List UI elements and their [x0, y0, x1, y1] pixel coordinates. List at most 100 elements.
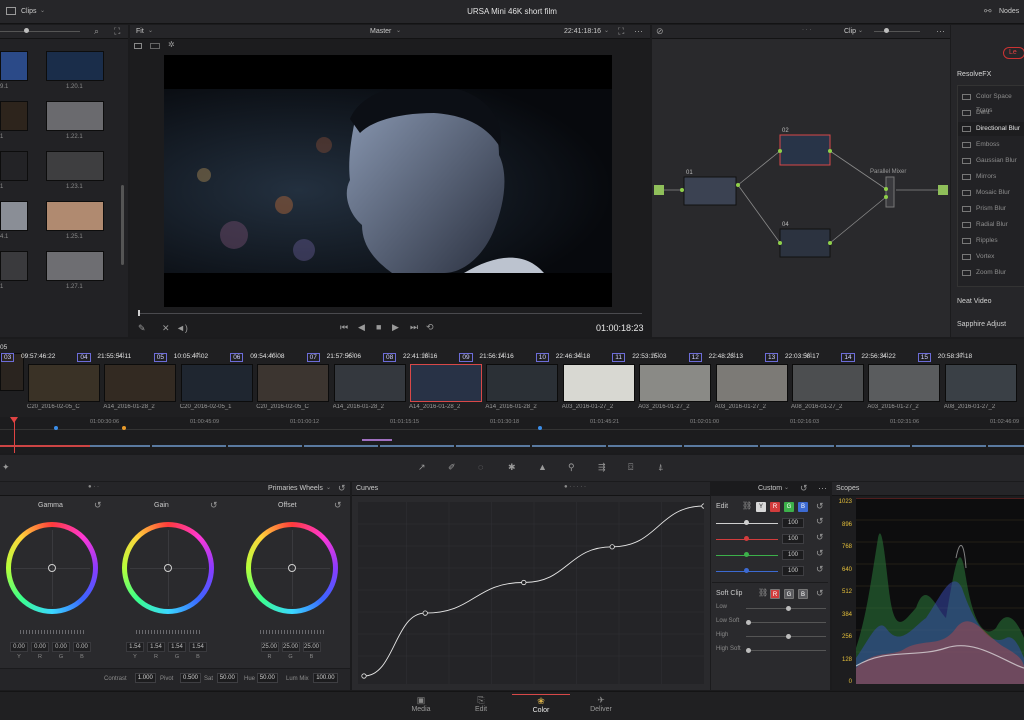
reset-icon[interactable]: ↺	[816, 516, 824, 527]
curves-mode-dropdown[interactable]: Custom	[758, 485, 782, 492]
viewer-frame[interactable]	[164, 55, 612, 307]
clip-thumbnail[interactable]	[410, 364, 482, 402]
footer-value[interactable]: 1.000	[134, 673, 156, 683]
nodes-icon[interactable]: ⚯	[984, 6, 992, 17]
clip-thumbnail[interactable]	[257, 364, 330, 402]
bypass-icon[interactable]: ✕	[162, 323, 170, 334]
fx-item[interactable]: Directional Blur	[958, 122, 1024, 136]
fx-item[interactable]: Mosaic Blur	[958, 186, 1024, 200]
reset-icon[interactable]: ↺	[816, 548, 824, 559]
chevron-down-icon[interactable]: ⌄	[148, 27, 153, 34]
wheel-value[interactable]: 25.00	[302, 642, 321, 652]
reset-icon[interactable]: ↺	[816, 564, 824, 575]
eyedropper-icon[interactable]: ✎	[138, 323, 146, 334]
sapphire-adjust-section[interactable]: Sapphire Adjust	[957, 321, 1006, 328]
marker-blue[interactable]	[54, 426, 58, 430]
page-tab-deliver[interactable]: ✈ Deliver	[572, 694, 630, 720]
wheel-master-slider[interactable]	[260, 630, 324, 634]
wheels-page-dots[interactable]: ● · ·	[88, 484, 99, 490]
edit-channel-handle[interactable]	[744, 520, 749, 525]
stereo-icon[interactable]: ⌼	[628, 462, 633, 473]
gallery-thumbnail[interactable]	[0, 51, 28, 81]
color-wheel[interactable]	[122, 522, 214, 614]
scrubber-bar[interactable]	[138, 313, 642, 314]
mini-timeline[interactable]: 01:00:30:06 01:00:45:09 01:01:00:12 01:01:1…	[0, 417, 1024, 453]
wheel-value[interactable]: 1.54	[126, 642, 144, 652]
page-tab-edit[interactable]: ⎘ Edit	[452, 694, 510, 720]
fx-item[interactable]: Prism Blur	[958, 202, 1024, 216]
window-icon[interactable]: ◌	[478, 462, 483, 472]
clip-thumbnail[interactable]	[104, 364, 177, 402]
soft-clip-handle[interactable]	[746, 648, 751, 653]
fx-item[interactable]: Dent	[958, 106, 1024, 120]
curve-control-point[interactable]	[701, 503, 704, 509]
chevron-down-icon[interactable]: ⌄	[858, 27, 863, 34]
fx-badge[interactable]: Le	[1003, 47, 1024, 59]
reset-icon[interactable]: ↺	[210, 500, 218, 511]
reset-icon[interactable]: ↺	[816, 501, 824, 512]
highlight-icon[interactable]: ✲	[168, 40, 175, 49]
wheel-value[interactable]: 0.00	[52, 642, 70, 652]
edit-channel-value[interactable]: 100	[782, 550, 804, 560]
channel-button[interactable]: Y	[756, 502, 766, 512]
tracker-icon[interactable]: ✱	[508, 462, 516, 473]
edit-channel-value[interactable]: 100	[782, 534, 804, 544]
fx-item[interactable]: Mirrors	[958, 170, 1024, 184]
neat-video-section[interactable]: Neat Video	[957, 298, 992, 305]
reset-icon[interactable]: ↺	[800, 483, 808, 494]
gallery-thumbnail[interactable]	[0, 251, 28, 281]
playhead-marker[interactable]	[10, 417, 18, 423]
marker-blue[interactable]	[538, 426, 542, 430]
matte-icon[interactable]: ⍋	[658, 462, 663, 473]
color-wheel[interactable]	[246, 522, 338, 614]
wheel-value[interactable]: 0.00	[10, 642, 28, 652]
loop-icon[interactable]: ⟲	[426, 322, 434, 333]
clip-thumbnail[interactable]	[486, 364, 559, 402]
reset-icon[interactable]: ↺	[334, 500, 342, 511]
blur-icon[interactable]: ▲	[538, 462, 547, 472]
soft-clip-handle[interactable]	[786, 606, 791, 611]
fx-item[interactable]: Gaussian Blur	[958, 154, 1024, 168]
edit-channel-value[interactable]: 100	[782, 518, 804, 528]
reset-icon[interactable]: ↺	[816, 532, 824, 543]
footer-value[interactable]: 50.00	[216, 673, 238, 683]
key-icon[interactable]: ⚲	[568, 462, 575, 473]
fit-dropdown[interactable]: Fit	[136, 28, 144, 35]
gallery-thumbnail[interactable]	[46, 201, 104, 231]
gallery-thumbnail[interactable]	[46, 101, 104, 131]
color-wheel[interactable]	[6, 522, 98, 614]
chevron-down-icon[interactable]: ⌄	[784, 484, 789, 491]
clip-thumbnail[interactable]	[333, 364, 406, 402]
marker-orange[interactable]	[122, 426, 126, 430]
fx-item[interactable]: Vortex	[958, 250, 1024, 264]
link-icon[interactable]: ⛓	[758, 588, 768, 597]
edit-channel-handle[interactable]	[744, 536, 749, 541]
channel-button[interactable]: B	[798, 502, 808, 512]
fx-item[interactable]: Emboss	[958, 138, 1024, 152]
curve-control-point[interactable]	[521, 579, 527, 586]
soft-clip-channel-button[interactable]: B	[798, 589, 808, 599]
go-to-end-icon[interactable]: ⏭	[410, 322, 418, 333]
curves-graph[interactable]	[358, 502, 704, 684]
curve-control-point[interactable]	[361, 673, 367, 679]
curves-tool-icon[interactable]: ↗	[418, 462, 426, 473]
node-settings-icon[interactable]: ⊘	[656, 26, 664, 37]
wheel-value[interactable]: 0.00	[73, 642, 91, 652]
soft-clip-channel-button[interactable]: G	[784, 589, 794, 599]
zoom-slider[interactable]	[0, 31, 80, 32]
search-icon[interactable]: ⌕	[94, 26, 99, 37]
page-tab-media[interactable]: ▣ Media	[392, 694, 450, 720]
wheel-center-handle[interactable]	[164, 564, 172, 572]
clip-thumbnail[interactable]	[28, 364, 100, 402]
clip-thumbnail[interactable]	[180, 364, 253, 402]
resizer-icon[interactable]: ⇶	[598, 462, 606, 473]
stop-icon[interactable]: ■	[376, 322, 381, 332]
clip-thumbnail[interactable]	[715, 364, 788, 402]
channel-button[interactable]: G	[784, 502, 794, 512]
link-icon[interactable]: ⛓	[742, 501, 752, 510]
wheel-value[interactable]: 1.54	[147, 642, 165, 652]
clip-thumbnail[interactable]	[792, 364, 864, 402]
wheel-center-handle[interactable]	[48, 564, 56, 572]
gallery-thumbnail[interactable]	[0, 101, 28, 131]
more-icon[interactable]: ⋯	[936, 26, 945, 37]
